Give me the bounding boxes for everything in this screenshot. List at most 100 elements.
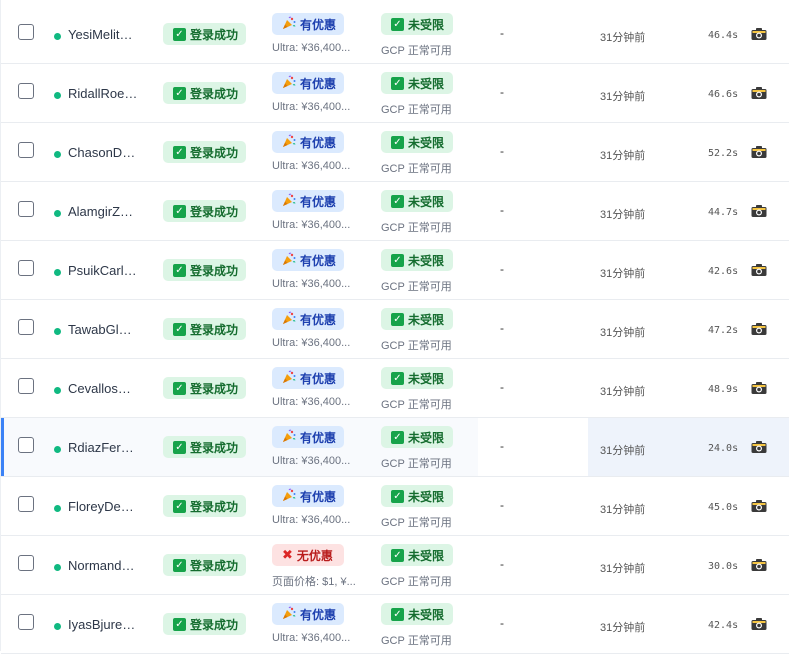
party-popper-icon <box>282 75 300 92</box>
login-status-label: 登录成功 <box>189 499 238 514</box>
row-checkbox[interactable] <box>18 437 34 453</box>
promo-badge: 有优惠 <box>272 249 344 271</box>
check-icon: ✓ <box>173 558 186 572</box>
camera-icon[interactable] <box>751 27 767 41</box>
table-row[interactable]: RidallRoe… ✓ 登录成功 有优惠 Ultra: ¥36,400... ✓ 未受限 G… <box>1 64 789 123</box>
camera-icon[interactable] <box>751 322 767 336</box>
table-row[interactable]: FloreyDe… ✓ 登录成功 有优惠 Ultra: ¥36,400... ✓ 未受限 GC… <box>1 477 789 536</box>
limit-status-label: 未受限 <box>408 312 445 327</box>
limit-status-badge: ✓ 未受限 <box>381 190 453 212</box>
empty-value: - <box>500 85 504 99</box>
promo-badge: 有优惠 <box>272 131 344 153</box>
check-icon: ✓ <box>391 371 404 385</box>
party-popper-icon <box>282 429 300 446</box>
check-icon: ✓ <box>173 145 186 159</box>
cross-mark-icon: ✖ <box>282 547 293 562</box>
account-name: RdiazFer… <box>68 440 134 455</box>
camera-icon[interactable] <box>751 381 767 395</box>
check-icon: ✓ <box>391 548 404 562</box>
row-checkbox[interactable] <box>18 142 34 158</box>
login-status-badge: ✓ 登录成功 <box>163 318 246 340</box>
table-row[interactable]: YesiMelit… ✓ 登录成功 有优惠 Ultra: ¥36,400... ✓ 未受限 G… <box>1 5 789 64</box>
empty-value: - <box>500 203 504 217</box>
promo-label: 有优惠 <box>300 607 337 622</box>
empty-value: - <box>500 557 504 571</box>
login-status-label: 登录成功 <box>189 145 238 160</box>
duration: 52.2s <box>708 148 739 159</box>
camera-icon[interactable] <box>751 145 767 159</box>
camera-icon[interactable] <box>751 440 767 454</box>
check-icon: ✓ <box>391 135 404 149</box>
camera-icon[interactable] <box>751 86 767 100</box>
promo-badge: 有优惠 <box>272 426 344 448</box>
login-status-badge: ✓ 登录成功 <box>163 200 246 222</box>
promo-badge: 有优惠 <box>272 13 344 35</box>
status-dot <box>54 564 61 571</box>
price-text: Ultra: ¥36,400... <box>272 337 351 349</box>
table-row[interactable]: ChasonD… ✓ 登录成功 有优惠 Ultra: ¥36,400... ✓ 未受限 GCP… <box>1 123 789 182</box>
table-row[interactable]: TawabGl… ✓ 登录成功 有优惠 Ultra: ¥36,400... ✓ 未受限 GCP… <box>1 300 789 359</box>
login-status-badge: ✓ 登录成功 <box>163 259 246 281</box>
limit-status-label: 未受限 <box>408 548 445 563</box>
row-checkbox[interactable] <box>18 319 34 335</box>
duration: 30.0s <box>708 561 739 572</box>
login-status-label: 登录成功 <box>189 617 238 632</box>
login-status-label: 登录成功 <box>189 27 238 42</box>
relative-time: 31分钟前 <box>600 150 646 162</box>
row-checkbox[interactable] <box>18 201 34 217</box>
check-icon: ✓ <box>391 430 404 444</box>
row-checkbox[interactable] <box>18 496 34 512</box>
camera-icon[interactable] <box>751 499 767 513</box>
status-dot <box>54 210 61 217</box>
duration: 48.9s <box>708 384 739 395</box>
check-icon: ✓ <box>391 194 404 208</box>
login-status-badge: ✓ 登录成功 <box>163 554 246 576</box>
limit-status-badge: ✓ 未受限 <box>381 13 453 35</box>
duration: 46.4s <box>708 30 739 41</box>
table-row[interactable]: Cevallos… ✓ 登录成功 有优惠 Ultra: ¥36,400... ✓ 未受限 GC… <box>1 359 789 418</box>
row-checkbox[interactable] <box>18 614 34 630</box>
gcp-status-text: GCP 正常可用 <box>381 517 452 529</box>
empty-value: - <box>500 439 504 453</box>
promo-label: 有优惠 <box>300 76 337 91</box>
table-row[interactable]: PsuikCarl… ✓ 登录成功 有优惠 Ultra: ¥36,400... ✓ 未受限 G… <box>1 241 789 300</box>
table-row[interactable]: RdiazFer… ✓ 登录成功 有优惠 Ultra: ¥36,400... ✓ 未受限 GC… <box>1 418 789 477</box>
promo-badge: 有优惠 <box>272 308 344 330</box>
check-icon: ✓ <box>173 381 186 395</box>
limit-status-badge: ✓ 未受限 <box>381 131 453 153</box>
row-checkbox[interactable] <box>18 260 34 276</box>
table-row[interactable]: AlamgirZ… ✓ 登录成功 有优惠 Ultra: ¥36,400... ✓ 未受限 GC… <box>1 182 789 241</box>
row-checkbox[interactable] <box>18 24 34 40</box>
limit-status-label: 未受限 <box>408 607 445 622</box>
camera-icon[interactable] <box>751 617 767 631</box>
login-status-badge: ✓ 登录成功 <box>163 23 246 45</box>
promo-label: 无优惠 <box>296 548 333 563</box>
duration: 42.4s <box>708 620 739 631</box>
camera-icon[interactable] <box>751 204 767 218</box>
camera-icon[interactable] <box>751 263 767 277</box>
promo-badge: 有优惠 <box>272 190 344 212</box>
login-status-badge: ✓ 登录成功 <box>163 495 246 517</box>
row-checkbox[interactable] <box>18 378 34 394</box>
row-checkbox[interactable] <box>18 555 34 571</box>
price-text: 页面价格: $1, ¥... <box>272 576 356 588</box>
duration: 47.2s <box>708 325 739 336</box>
empty-value: - <box>500 262 504 276</box>
login-status-label: 登录成功 <box>189 322 238 337</box>
relative-time: 31分钟前 <box>600 504 646 516</box>
row-checkbox[interactable] <box>18 83 34 99</box>
empty-value: - <box>500 498 504 512</box>
duration: 46.6s <box>708 89 739 100</box>
empty-value: - <box>500 321 504 335</box>
promo-label: 有优惠 <box>300 17 337 32</box>
table-row[interactable]: IyasBjure… ✓ 登录成功 有优惠 Ultra: ¥36,400... ✓ 未受限 G… <box>1 595 789 654</box>
limit-status-label: 未受限 <box>408 194 445 209</box>
camera-icon[interactable] <box>751 558 767 572</box>
account-name: Cevallos… <box>68 381 131 396</box>
check-icon: ✓ <box>173 27 186 41</box>
gcp-status-text: GCP 正常可用 <box>381 458 452 470</box>
account-name: ChasonD… <box>68 145 136 160</box>
table-row[interactable]: Normand… ✓ 登录成功 ✖ 无优惠 页面价格: $1, ¥... ✓ 未受限 GCP 正… <box>1 536 789 595</box>
party-popper-icon <box>282 193 300 210</box>
check-icon: ✓ <box>391 76 404 90</box>
